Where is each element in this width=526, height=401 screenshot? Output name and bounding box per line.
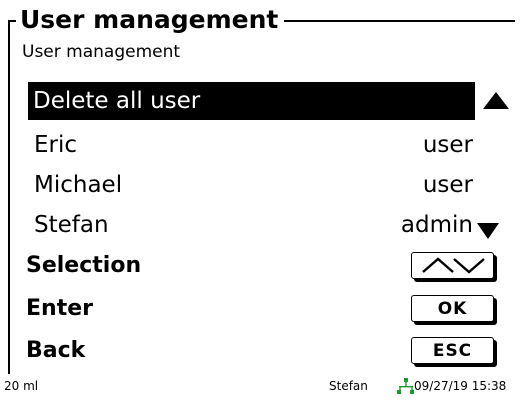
scroll-down-icon[interactable] (477, 223, 499, 239)
status-bar: 20 ml Stefan 09/27/19 15:38 (0, 376, 526, 396)
list-item-delete-all-user[interactable]: Delete all user (28, 82, 475, 120)
list-item-label: Stefan (34, 212, 109, 238)
esc-button[interactable]: ESC (411, 337, 494, 364)
scroll-up-icon[interactable] (483, 92, 509, 109)
page-title: User management (16, 4, 285, 36)
selection-up-down-key[interactable] (411, 252, 494, 279)
enter-label: Enter (26, 296, 93, 321)
list-item-michael[interactable]: Michael user (28, 166, 475, 204)
page-subtitle: User management (22, 42, 181, 62)
list-item-eric[interactable]: Eric user (28, 126, 475, 164)
ok-button[interactable]: OK (411, 295, 494, 322)
list-item-role: admin (400, 212, 473, 238)
list-item-stefan[interactable]: Stefan admin (28, 206, 475, 244)
up-down-arrows-icon (421, 257, 485, 274)
network-icon (397, 378, 414, 394)
list-item-role: user (422, 172, 473, 198)
status-user: Stefan (329, 379, 368, 393)
list-item-label: Eric (34, 132, 78, 158)
status-volume: 20 ml (4, 379, 39, 393)
selection-label: Selection (26, 253, 142, 278)
back-label: Back (26, 338, 86, 363)
list-item-label: Michael (34, 172, 123, 198)
list-item-role: user (422, 132, 473, 158)
list-item-label: Delete all user (33, 88, 201, 114)
status-datetime: 09/27/19 15:38 (414, 379, 507, 393)
